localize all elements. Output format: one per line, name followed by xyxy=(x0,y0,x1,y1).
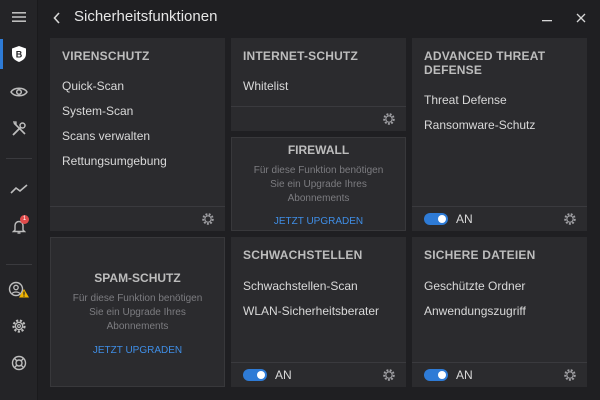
sichere-dateien-settings-button[interactable] xyxy=(563,368,577,382)
card-title: INTERNET-SCHUTZ xyxy=(243,49,358,63)
virenschutz-settings-button[interactable] xyxy=(201,212,215,226)
page-title: Sicherheitsfunktionen xyxy=(74,8,218,25)
upgrade-message: Für diese Funktion benötigen Sie ein Upg… xyxy=(61,292,214,334)
atd-toggle-switch[interactable] xyxy=(424,213,448,225)
lifebuoy-icon xyxy=(11,355,27,371)
card-title: SPAM-SCHUTZ xyxy=(94,271,181,285)
svg-text:B: B xyxy=(16,50,23,60)
upgrade-message-line: Abonnements xyxy=(287,193,350,204)
sidebar-item-dashboard[interactable]: B xyxy=(0,37,38,71)
back-button[interactable] xyxy=(48,9,66,27)
toggle-label: AN xyxy=(456,368,473,382)
sidebar-item-utilities[interactable] xyxy=(0,112,38,146)
minimize-button[interactable] xyxy=(538,9,556,27)
rescue-environment-link[interactable]: Rettungsumgebung xyxy=(62,154,167,168)
card-firewall: FIREWALL Für diese Funktion benötigen Si… xyxy=(231,137,406,231)
card-title: SICHERE DATEIEN xyxy=(424,248,536,262)
card-internet-schutz: INTERNET-SCHUTZ Whitelist xyxy=(231,38,406,131)
card-spam-schutz: SPAM-SCHUTZ Für diese Funktion benötigen… xyxy=(50,237,225,387)
sidebar-item-activity[interactable] xyxy=(0,172,38,206)
gear-icon xyxy=(564,213,576,225)
eye-icon xyxy=(10,87,28,97)
card-schwachstellen: SCHWACHSTELLEN Schwachstellen-Scan WLAN-… xyxy=(231,237,406,387)
gear-icon xyxy=(383,113,395,125)
toggle-label: AN xyxy=(456,212,473,226)
system-scan-link[interactable]: System-Scan xyxy=(62,104,133,118)
menu-button[interactable] xyxy=(0,0,38,34)
account-warning-icon xyxy=(8,281,29,298)
ransomware-protection-link[interactable]: Ransomware-Schutz xyxy=(424,118,535,132)
sichere-dateien-toggle-switch[interactable] xyxy=(424,369,448,381)
toggle-label: AN xyxy=(275,368,292,382)
sidebar-divider xyxy=(6,264,32,265)
chevron-left-icon xyxy=(53,12,60,24)
card-title-line: DEFENSE xyxy=(424,63,483,77)
bitdefender-shield-icon: B xyxy=(12,46,26,62)
firewall-upgrade-link[interactable]: JETZT UPGRADEN xyxy=(232,216,405,227)
protected-folders-link[interactable]: Geschützte Ordner xyxy=(424,279,525,293)
card-footer: AN xyxy=(231,362,406,387)
spam-upgrade-link[interactable]: JETZT UPGRADEN xyxy=(51,345,224,356)
gear-icon xyxy=(202,213,214,225)
card-advanced-threat-defense: ADVANCED THREAT DEFENSE Threat Defense R… xyxy=(412,38,587,231)
close-icon xyxy=(576,13,586,23)
sidebar: B 1 xyxy=(0,0,38,400)
minimize-icon xyxy=(542,20,552,22)
card-title: ADVANCED THREAT DEFENSE xyxy=(424,49,545,77)
whitelist-link[interactable]: Whitelist xyxy=(243,79,288,93)
card-title-line: ADVANCED THREAT xyxy=(424,49,546,63)
sidebar-item-settings[interactable] xyxy=(0,309,38,343)
upgrade-message-line: Sie ein Upgrade Ihres xyxy=(89,307,186,318)
notification-badge: 1 xyxy=(20,215,29,224)
tools-icon xyxy=(12,121,26,136)
card-title: FIREWALL xyxy=(287,143,350,157)
wifi-security-advisor-link[interactable]: WLAN-Sicherheitsberater xyxy=(243,304,379,318)
upgrade-message-line: Für diese Funktion benötigen xyxy=(72,293,203,304)
manage-scans-link[interactable]: Scans verwalten xyxy=(62,129,150,143)
upgrade-message-line: Abonnements xyxy=(106,321,169,332)
sidebar-item-notifications[interactable]: 1 xyxy=(0,210,38,244)
sidebar-item-account[interactable] xyxy=(0,272,38,306)
gear-icon xyxy=(383,369,395,381)
close-button[interactable] xyxy=(572,9,590,27)
sidebar-item-privacy[interactable] xyxy=(0,75,38,109)
card-virenschutz: VIRENSCHUTZ Quick-Scan System-Scan Scans… xyxy=(50,38,225,231)
gear-icon xyxy=(12,319,26,333)
card-footer: AN xyxy=(412,206,587,231)
sidebar-divider xyxy=(6,158,32,159)
card-sichere-dateien: SICHERE DATEIEN Geschützte Ordner Anwend… xyxy=(412,237,587,387)
sidebar-item-support[interactable] xyxy=(0,346,38,380)
threat-defense-link[interactable]: Threat Defense xyxy=(424,93,507,107)
internet-schutz-settings-button[interactable] xyxy=(382,112,396,126)
application-access-link[interactable]: Anwendungszugriff xyxy=(424,304,526,318)
activity-graph-icon xyxy=(10,184,28,194)
schwachstellen-toggle-switch[interactable] xyxy=(243,369,267,381)
schwachstellen-settings-button[interactable] xyxy=(382,368,396,382)
upgrade-message: Für diese Funktion benötigen Sie ein Upg… xyxy=(242,164,395,206)
card-footer: AN xyxy=(412,362,587,387)
gear-icon xyxy=(564,369,576,381)
card-title: VIRENSCHUTZ xyxy=(62,49,150,63)
card-title: SCHWACHSTELLEN xyxy=(243,248,363,262)
title-bar: Sicherheitsfunktionen xyxy=(38,0,600,36)
vulnerability-scan-link[interactable]: Schwachstellen-Scan xyxy=(243,279,358,293)
quick-scan-link[interactable]: Quick-Scan xyxy=(62,79,124,93)
upgrade-message-line: Für diese Funktion benötigen xyxy=(253,165,384,176)
menu-icon xyxy=(12,12,26,22)
upgrade-message-line: Sie ein Upgrade Ihres xyxy=(270,179,367,190)
atd-settings-button[interactable] xyxy=(563,212,577,226)
card-footer xyxy=(231,106,406,131)
card-footer xyxy=(50,206,225,231)
